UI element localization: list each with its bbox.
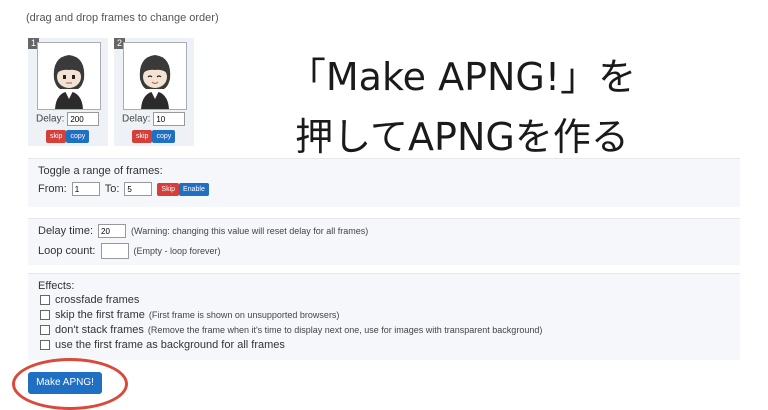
toggle-range-row: From: To: Skip Enable — [38, 182, 209, 196]
drag-hint: (drag and drop frames to change order) — [26, 12, 219, 24]
delay-input[interactable] — [67, 112, 100, 126]
range-skip-button[interactable]: Skip — [157, 182, 180, 196]
effect-option[interactable]: skip the first frame (First frame is sho… — [40, 309, 339, 321]
delay-row: Delay: — [122, 112, 186, 126]
checkbox[interactable] — [40, 325, 50, 335]
delay-label: Delay: — [36, 113, 65, 125]
highlight-circle — [12, 358, 128, 410]
checkbox[interactable] — [40, 295, 50, 305]
delay-time-label: Delay time: — [38, 225, 94, 237]
delay-input[interactable] — [153, 112, 186, 126]
delay-warning: (Warning: changing this value will reset… — [131, 226, 369, 236]
delay-settings-panel: Delay time: (Warning: changing this valu… — [28, 218, 740, 265]
frame-buttons: skip copy — [132, 130, 176, 143]
loop-count-row: Loop count: (Empty - loop forever) — [38, 243, 221, 259]
loop-count-input[interactable] — [100, 243, 129, 259]
effect-option[interactable]: don't stack frames (Remove the frame whe… — [40, 324, 542, 336]
range-enable-button[interactable]: Enable — [179, 182, 209, 196]
copy-button[interactable]: copy — [152, 130, 176, 143]
delay-row: Delay: — [36, 112, 100, 126]
frame-card-2[interactable]: 2 Delay: skip copy — [114, 38, 194, 146]
effect-label: crossfade frames — [55, 294, 140, 306]
effect-label: use the first frame as background for al… — [55, 339, 285, 351]
frame-thumbnail — [37, 42, 101, 110]
delay-time-row: Delay time: (Warning: changing this valu… — [38, 224, 368, 238]
frame-thumbnail — [123, 42, 187, 110]
frame-card-1[interactable]: 1 Delay: skip copy — [28, 38, 108, 146]
from-input[interactable] — [71, 182, 100, 196]
checkbox[interactable] — [40, 310, 50, 320]
effect-description: (Remove the frame when it's time to disp… — [147, 325, 543, 335]
effect-option[interactable]: crossfade frames — [40, 294, 139, 306]
frame-buttons: skip copy — [46, 130, 90, 143]
loop-note: (Empty - loop forever) — [133, 246, 221, 256]
effect-option[interactable]: use the first frame as background for al… — [40, 339, 285, 351]
loop-count-label: Loop count: — [38, 245, 96, 257]
effects-title: Effects: — [38, 280, 75, 292]
to-input[interactable] — [124, 182, 153, 196]
from-label: From: — [38, 183, 67, 195]
skip-button[interactable]: skip — [132, 130, 153, 143]
effect-label: don't stack frames — [55, 324, 144, 336]
delay-time-input[interactable] — [98, 224, 127, 238]
copy-button[interactable]: copy — [66, 130, 90, 143]
skip-button[interactable]: skip — [46, 130, 67, 143]
delay-label: Delay: — [122, 113, 151, 125]
effects-panel: Effects: crossfade frames skip the first… — [28, 273, 740, 360]
effect-description: (First frame is shown on unsupported bro… — [148, 310, 340, 320]
annotation-line-1: 「Make APNG!」を — [287, 55, 637, 99]
checkbox[interactable] — [40, 340, 50, 350]
effect-label: skip the first frame — [55, 309, 145, 321]
toggle-title: Toggle a range of frames: — [38, 165, 163, 177]
to-label: To: — [104, 183, 120, 195]
toggle-range-panel: Toggle a range of frames: From: To: Skip… — [28, 158, 740, 207]
annotation-line-2: 押してAPNGを作る — [295, 115, 629, 159]
